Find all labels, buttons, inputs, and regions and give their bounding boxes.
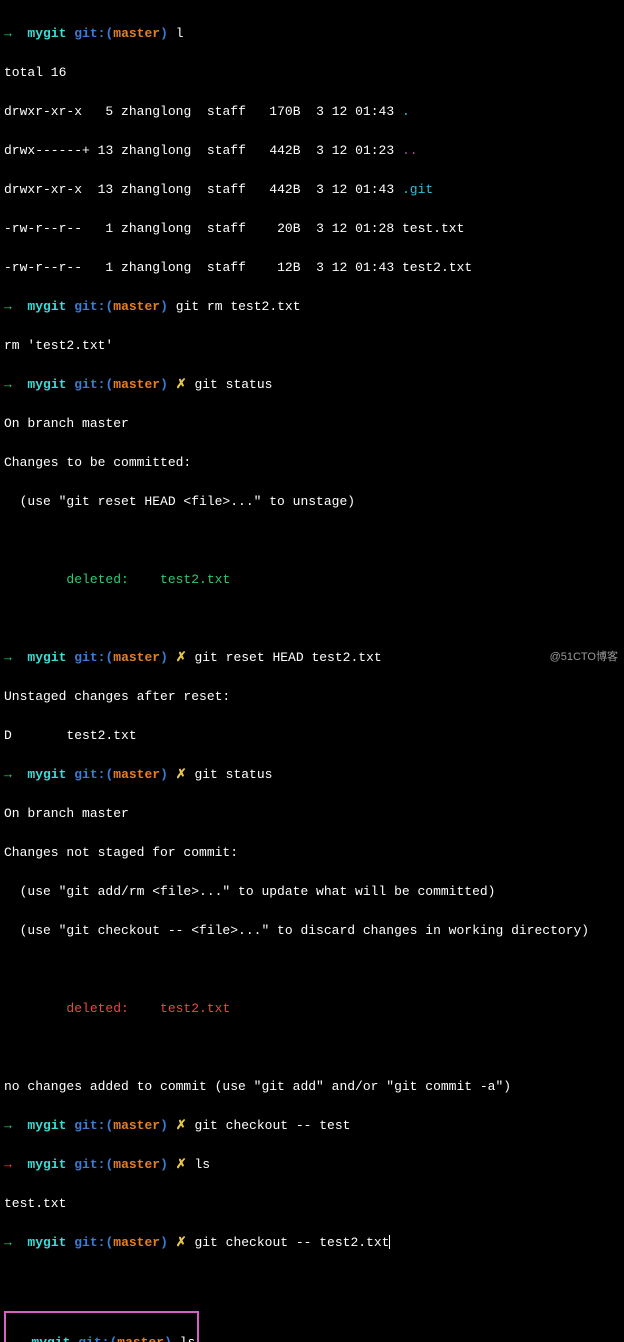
blank-line	[4, 960, 620, 980]
command: git status	[194, 767, 272, 782]
output-line: On branch master	[4, 414, 620, 434]
dirty-icon: ✗	[176, 1157, 187, 1172]
prompt-line: → mygit git:(master) ✗ git status	[4, 375, 620, 395]
highlight-box: → mygit git:(master) ls test.txt test2.t…	[4, 1311, 199, 1342]
dirty-icon: ✗	[176, 1235, 187, 1250]
prompt-line: → mygit git:(master) ✗ git status	[4, 765, 620, 785]
arrow-icon: →	[8, 1335, 16, 1342]
command: ls	[180, 1335, 196, 1342]
output-line: total 16	[4, 63, 620, 83]
arrow-icon: →	[4, 767, 12, 782]
output-line: On branch master	[4, 804, 620, 824]
output-line: deleted: test2.txt	[4, 999, 620, 1019]
arrow-icon: →	[4, 1235, 12, 1250]
blank-line	[4, 609, 620, 629]
git-label: git:	[74, 26, 105, 41]
ls-row: drwxr-xr-x 13 zhanglong staff 442B 3 12 …	[4, 180, 620, 200]
output-line: deleted: test2.txt	[4, 570, 620, 590]
deleted-label: deleted:	[4, 1001, 160, 1016]
terminal[interactable]: → mygit git:(master) l total 16 drwxr-xr…	[4, 4, 620, 1342]
output-line: (use "git checkout -- <file>..." to disc…	[4, 921, 620, 941]
command: git reset HEAD test2.txt	[194, 650, 381, 665]
prompt-line: → mygit git:(master) git rm test2.txt	[4, 297, 620, 317]
cursor-icon	[389, 1235, 390, 1249]
dirty-icon: ✗	[176, 1118, 187, 1133]
cwd: mygit	[27, 26, 66, 41]
file-name: ..	[402, 143, 418, 158]
ls-row: -rw-r--r-- 1 zhanglong staff 12B 3 12 01…	[4, 258, 620, 278]
dirty-icon: ✗	[176, 377, 187, 392]
command: git checkout -- test	[194, 1118, 350, 1133]
blank-line	[4, 531, 620, 551]
command: ls	[194, 1157, 210, 1172]
output-line: Changes to be committed:	[4, 453, 620, 473]
dirty-icon: ✗	[176, 650, 187, 665]
deleted-file: test2.txt	[160, 572, 230, 587]
blank-line	[4, 1272, 620, 1292]
ls-row: drwx------+ 13 zhanglong staff 442B 3 12…	[4, 141, 620, 161]
prompt-line: → mygit git:(master) ✗ git checkout -- t…	[4, 1233, 620, 1253]
output-line: Changes not staged for commit:	[4, 843, 620, 863]
prompt-line: → mygit git:(master) l	[4, 24, 620, 44]
file-name: test.txt	[402, 221, 464, 236]
prompt-line: → mygit git:(master) ls	[8, 1333, 195, 1342]
prompt-line: → mygit git:(master) ✗ ls	[4, 1155, 620, 1175]
file-name: test2.txt	[402, 260, 472, 275]
prompt-line: → mygit git:(master) ✗ git checkout -- t…	[4, 1116, 620, 1136]
output-line: test.txt	[4, 1194, 620, 1214]
arrow-icon: →	[4, 650, 12, 665]
dirty-icon: ✗	[176, 767, 187, 782]
arrow-icon: →	[4, 299, 12, 314]
output-line: (use "git reset HEAD <file>..." to unsta…	[4, 492, 620, 512]
arrow-icon: →	[4, 26, 12, 41]
output-line: (use "git add/rm <file>..." to update wh…	[4, 882, 620, 902]
ls-row: drwxr-xr-x 5 zhanglong staff 170B 3 12 0…	[4, 102, 620, 122]
command: git rm test2.txt	[176, 299, 301, 314]
file-name: .git	[402, 182, 433, 197]
output-line: D test2.txt	[4, 726, 620, 746]
output-line: Unstaged changes after reset:	[4, 687, 620, 707]
ls-row: -rw-r--r-- 1 zhanglong staff 20B 3 12 01…	[4, 219, 620, 239]
deleted-label: deleted:	[4, 572, 160, 587]
watermark: @51CTO博客	[550, 649, 618, 666]
command: git status	[194, 377, 272, 392]
command: l	[176, 26, 184, 41]
command: git checkout -- test2.txt	[194, 1235, 389, 1250]
paren-close: )	[160, 26, 168, 41]
file-name: .	[402, 104, 410, 119]
output-line: rm 'test2.txt'	[4, 336, 620, 356]
blank-line	[4, 1038, 620, 1058]
arrow-icon: →	[4, 377, 12, 392]
branch-name: master	[113, 26, 160, 41]
arrow-icon: →	[4, 1157, 12, 1172]
prompt-line: → mygit git:(master) ✗ git reset HEAD te…	[4, 648, 620, 668]
output-line: no changes added to commit (use "git add…	[4, 1077, 620, 1097]
deleted-file: test2.txt	[160, 1001, 230, 1016]
arrow-icon: →	[4, 1118, 12, 1133]
